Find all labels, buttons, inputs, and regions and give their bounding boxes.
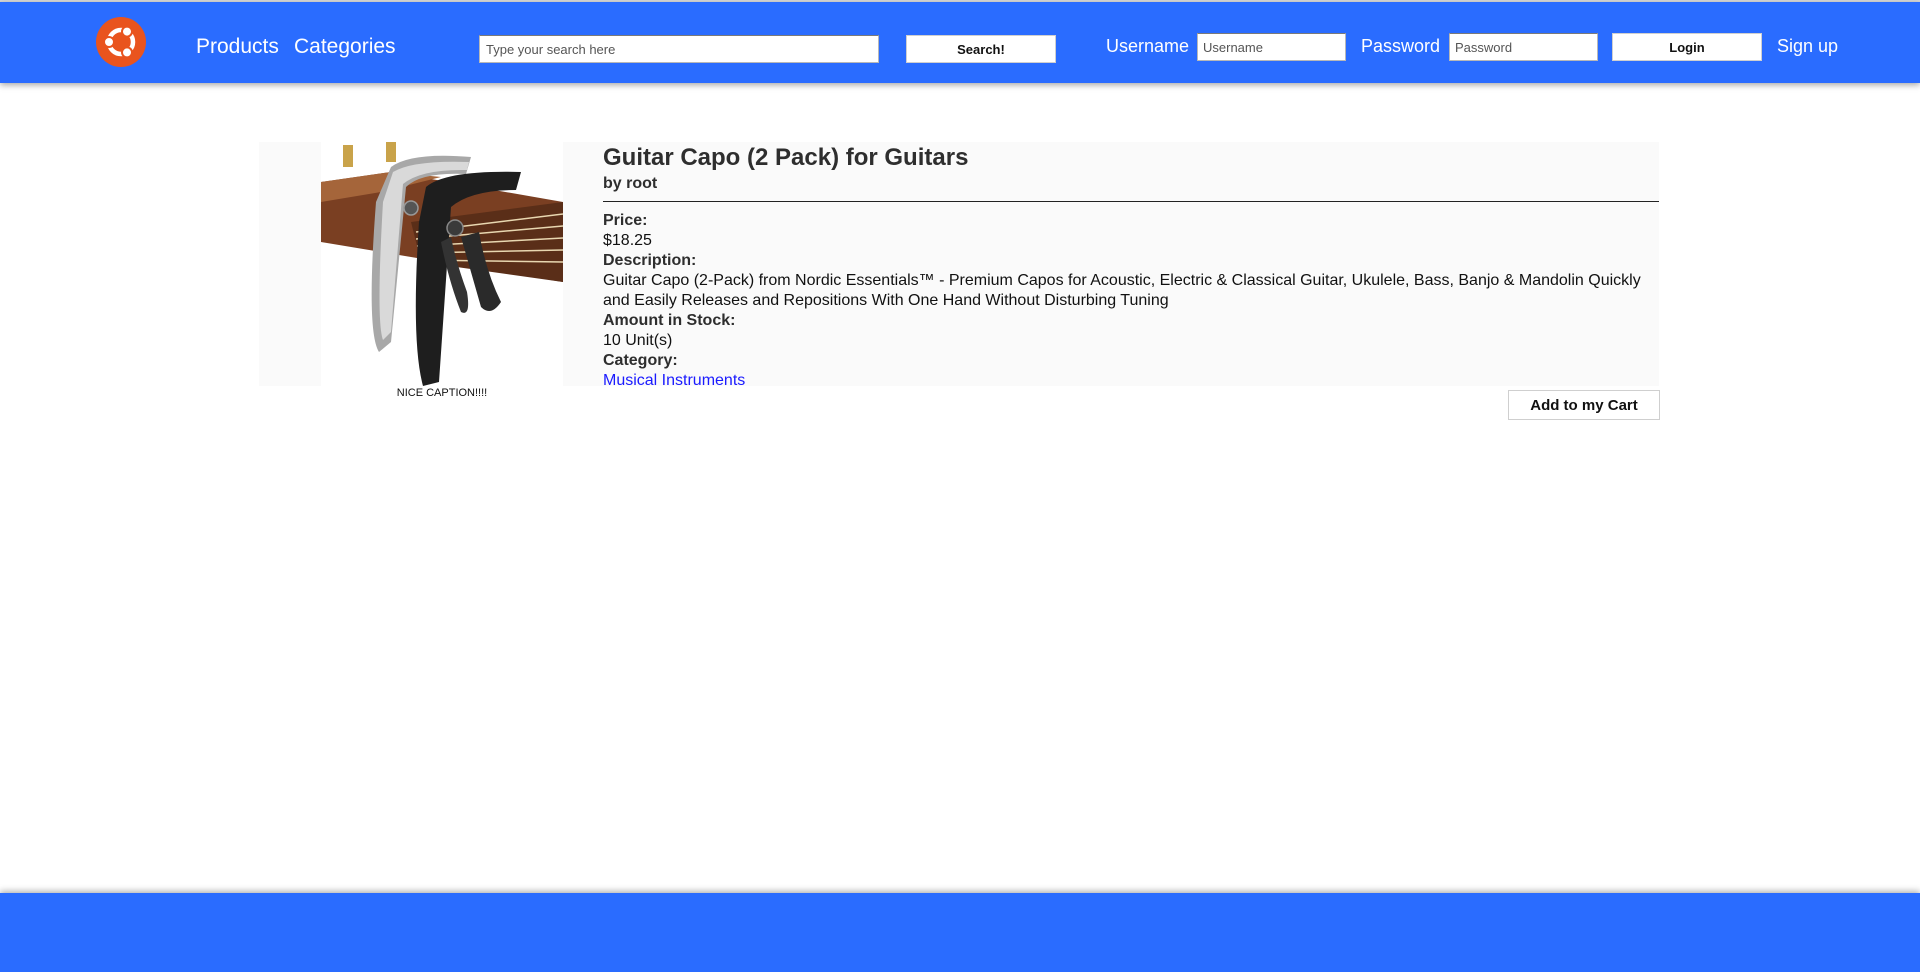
stock-value: 10 Unit(s) <box>603 332 673 349</box>
search-input[interactable] <box>479 35 879 63</box>
product-title: Guitar Capo (2 Pack) for Guitars <box>603 144 969 171</box>
product-info: Guitar Capo (2 Pack) for Guitars by root… <box>603 144 1659 391</box>
username-input[interactable] <box>1197 33 1346 61</box>
price-value: $18.25 <box>603 232 652 249</box>
product-image <box>321 142 563 386</box>
password-input[interactable] <box>1449 33 1598 61</box>
divider <box>603 201 1659 202</box>
category-link[interactable]: Musical Instruments <box>603 372 745 389</box>
price-label: Price: <box>603 212 648 229</box>
login-button[interactable]: Login <box>1612 33 1762 61</box>
nav-categories-link[interactable]: Categories <box>294 35 396 59</box>
description-text: Guitar Capo (2-Pack) from Nordic Essenti… <box>603 272 1641 309</box>
ubuntu-logo-icon[interactable] <box>96 17 146 67</box>
image-caption: NICE CAPTION!!!! <box>396 387 488 399</box>
search-button[interactable]: Search! <box>906 35 1056 63</box>
description-label: Description: <box>603 252 697 269</box>
password-label: Password <box>1361 36 1441 56</box>
signup-link[interactable]: Sign up <box>1777 36 1838 57</box>
navbar: Products Categories Search! Username Pas… <box>0 2 1920 83</box>
category-label: Category: <box>603 352 678 369</box>
product-byline: by root <box>603 175 658 192</box>
add-to-cart-button[interactable]: Add to my Cart <box>1508 390 1660 420</box>
stock-label: Amount in Stock: <box>603 312 736 329</box>
username-label: Username <box>1106 36 1190 56</box>
footer <box>0 893 1920 972</box>
nav-products-link[interactable]: Products <box>196 35 279 59</box>
